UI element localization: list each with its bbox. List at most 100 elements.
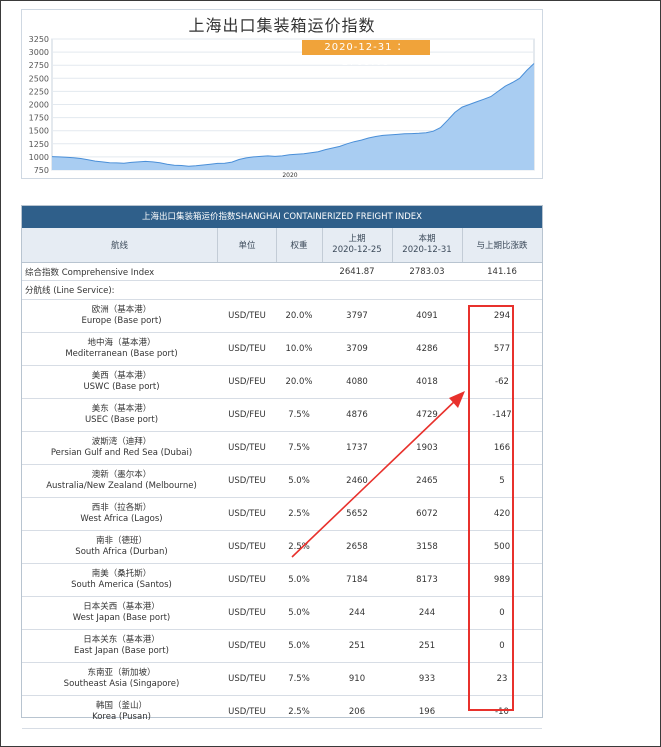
header-unit: 单位 bbox=[218, 228, 277, 262]
previous-cell: 1737 bbox=[346, 443, 368, 453]
unit-cell: USD/TEU bbox=[228, 575, 266, 585]
weight-cell: 10.0% bbox=[285, 344, 313, 354]
weight-cell: 7.5% bbox=[288, 674, 310, 684]
route-cell: 南非（德班） South Africa (Durban) bbox=[22, 531, 218, 563]
header-weight: 权重 bbox=[276, 228, 323, 262]
route-cell: 南美（桑托斯） South America (Santos) bbox=[22, 564, 218, 596]
route-name-en: Mediterranean (Base port) bbox=[65, 349, 178, 359]
route-name-cn: 东南亚（新加坡） bbox=[87, 668, 156, 678]
unit-cell: USD/FEU bbox=[228, 410, 266, 420]
unit-cell: USD/TEU bbox=[228, 509, 266, 519]
current-cell: 4729 bbox=[416, 410, 438, 420]
table-row: 地中海（基本港） Mediterranean (Base port) USD/TEU… bbox=[22, 333, 542, 366]
route-name-cn: 南非（德班） bbox=[95, 536, 147, 546]
y-tick-label: 2250 bbox=[29, 87, 49, 96]
current-cell: 4018 bbox=[416, 377, 438, 387]
current-cell: 933 bbox=[418, 674, 436, 684]
y-tick-label: 1000 bbox=[29, 153, 49, 162]
y-tick-label: 2500 bbox=[29, 74, 49, 83]
table-caption: 上海出口集装箱运价指数SHANGHAI CONTAINERIZED FREIGH… bbox=[22, 206, 542, 228]
route-cell: 地中海（基本港） Mediterranean (Base port) bbox=[22, 333, 218, 365]
change-cell: -147 bbox=[492, 410, 512, 420]
composite-index-row: 综合指数 Comprehensive Index 2641.87 2783.03… bbox=[22, 263, 542, 281]
table-header-row: 航线 单位 权重 上期 2020-12-25 本期 2020-12-31 与上期… bbox=[22, 228, 542, 263]
route-cell: 欧洲（基本港） Europe (Base port) bbox=[22, 300, 218, 332]
route-name-en: East Japan (Base port) bbox=[74, 646, 169, 656]
previous-cell: 2658 bbox=[346, 542, 368, 552]
route-cell: 美东（基本港） USEC (Base port) bbox=[22, 399, 218, 431]
route-cell: 西非（拉各斯） West Africa (Lagos) bbox=[22, 498, 218, 530]
previous-cell: 4876 bbox=[346, 410, 368, 420]
current-cell: 6072 bbox=[416, 509, 438, 519]
header-previous: 上期 2020-12-25 bbox=[322, 228, 393, 262]
table-row: 东南亚（新加坡） Southeast Asia (Singapore) USD/TE… bbox=[22, 663, 542, 696]
weight-cell: 2.5% bbox=[288, 542, 310, 552]
route-name-cn: 日本关东（基本港） bbox=[83, 635, 160, 645]
change-cell: -62 bbox=[495, 377, 509, 387]
change-cell: 294 bbox=[493, 311, 511, 321]
unit-cell: USD/TEU bbox=[228, 641, 266, 651]
header-change: 与上期比涨跌 bbox=[476, 241, 528, 251]
previous-cell: 206 bbox=[348, 707, 366, 717]
unit-cell: USD/TEU bbox=[228, 476, 266, 486]
current-cell: 4091 bbox=[416, 311, 438, 321]
index-area-chart: 3250 3000 2750 2500 2250 2000 1750 1500 1250 1000… bbox=[29, 35, 535, 178]
route-name-cn: 南美（桑托斯） bbox=[91, 569, 152, 579]
previous-cell: 7184 bbox=[346, 575, 368, 585]
weight-cell: 5.0% bbox=[288, 476, 310, 486]
weight-cell: 2.5% bbox=[288, 509, 310, 519]
route-name-cn: 澳新（墨尔本） bbox=[91, 470, 152, 480]
current-cell: 251 bbox=[418, 641, 436, 651]
route-name-cn: 韩国（釜山） bbox=[95, 701, 147, 711]
route-name-en: Persian Gulf and Red Sea (Dubai) bbox=[50, 448, 193, 458]
composite-current: 2783.03 bbox=[409, 266, 445, 277]
y-tick-label: 750 bbox=[34, 166, 49, 175]
header-route: 航线 bbox=[22, 228, 218, 262]
route-name-en: Korea (Pusan) bbox=[92, 712, 151, 722]
unit-cell: USD/TEU bbox=[228, 608, 266, 618]
change-cell: 23 bbox=[496, 674, 508, 684]
route-name-cn: 波斯湾（迪拜） bbox=[91, 437, 152, 447]
change-cell: 500 bbox=[493, 542, 511, 552]
header-current-label: 本期 bbox=[418, 234, 436, 244]
current-cell: 244 bbox=[418, 608, 436, 618]
current-cell: 2465 bbox=[416, 476, 438, 486]
route-name-en: West Africa (Lagos) bbox=[80, 514, 163, 524]
route-name-cn: 地中海（基本港） bbox=[87, 338, 156, 348]
change-cell: 420 bbox=[493, 509, 511, 519]
route-name-en: USWC (Base port) bbox=[83, 382, 160, 392]
freight-index-table: 上海出口集装箱运价指数SHANGHAI CONTAINERIZED FREIGH… bbox=[21, 205, 543, 729]
y-tick-label: 1750 bbox=[29, 114, 49, 123]
route-cell: 日本关西（基本港） West Japan (Base port) bbox=[22, 597, 218, 629]
previous-cell: 910 bbox=[348, 674, 366, 684]
route-cell: 东南亚（新加坡） Southeast Asia (Singapore) bbox=[22, 663, 218, 695]
route-name-cn: 美西（基本港） bbox=[91, 371, 152, 381]
route-cell: 日本关东（基本港） East Japan (Base port) bbox=[22, 630, 218, 662]
unit-cell: USD/TEU bbox=[228, 344, 266, 354]
route-cell: 波斯湾（迪拜） Persian Gulf and Red Sea (Dubai) bbox=[22, 432, 218, 464]
previous-cell: 3709 bbox=[346, 344, 368, 354]
table-row: 南非（德班） South Africa (Durban) USD/TEU 2.5% 26… bbox=[22, 531, 542, 564]
route-rows: 欧洲（基本港） Europe (Base port) USD/TEU 20.0% 379… bbox=[22, 300, 542, 729]
change-cell: 577 bbox=[493, 344, 511, 354]
route-cell: 澳新（墨尔本） Australia/New Zealand (Melbourne) bbox=[22, 465, 218, 497]
change-cell: 166 bbox=[493, 443, 511, 453]
header-current: 本期 2020-12-31 bbox=[392, 228, 463, 262]
weight-cell: 5.0% bbox=[288, 575, 310, 585]
route-cell: 美西（基本港） USWC (Base port) bbox=[22, 366, 218, 398]
weight-cell: 20.0% bbox=[285, 377, 313, 387]
weight-cell: 7.5% bbox=[288, 410, 310, 420]
x-tick-label: 2020 bbox=[282, 172, 297, 178]
current-cell: 4286 bbox=[416, 344, 438, 354]
table-row: 美东（基本港） USEC (Base port) USD/FEU 7.5% 4876 47… bbox=[22, 399, 542, 432]
y-tick-label: 1250 bbox=[29, 140, 49, 149]
route-name-en: Southeast Asia (Singapore) bbox=[63, 679, 180, 689]
route-name-cn: 美东（基本港） bbox=[91, 404, 152, 414]
current-cell: 1903 bbox=[416, 443, 438, 453]
y-tick-label: 3250 bbox=[29, 35, 49, 44]
composite-previous: 2641.87 bbox=[339, 266, 375, 277]
unit-cell: USD/TEU bbox=[228, 707, 266, 717]
chart-tooltip: 2020-12-31 ： 2783.03 bbox=[302, 40, 430, 68]
change-cell: -10 bbox=[495, 707, 509, 717]
change-cell: 0 bbox=[499, 608, 505, 618]
